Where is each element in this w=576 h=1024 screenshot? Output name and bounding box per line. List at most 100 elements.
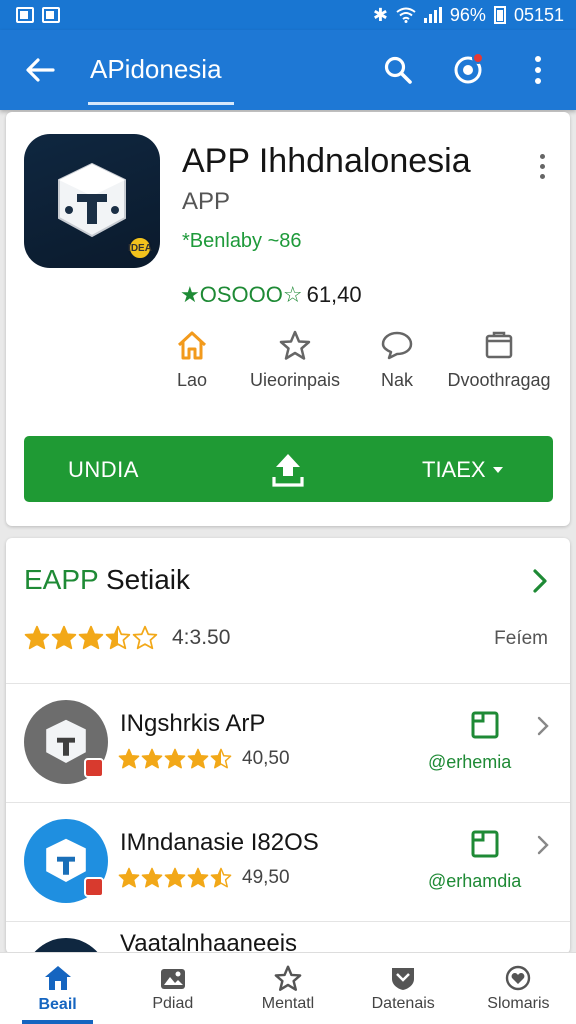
star-icon (141, 748, 163, 769)
overflow-menu-button[interactable] (522, 50, 554, 90)
nav-item-images[interactable]: Pdiad (115, 953, 230, 1024)
nav-item-security[interactable]: Datenais (346, 953, 461, 1024)
chevron-right-icon (537, 716, 549, 736)
back-button[interactable] (20, 50, 60, 90)
notification-badge (472, 52, 484, 64)
title-tab-indicator (88, 102, 234, 105)
app-icon-badge: IDEA (128, 236, 152, 260)
heart-icon (506, 965, 531, 990)
nav-label: Datenais (371, 994, 435, 1012)
app-bar: APidonesia (0, 30, 576, 110)
list-item-developer: @erhemia (428, 752, 512, 772)
card-overflow-button[interactable] (532, 148, 552, 184)
list-item-badge (84, 758, 104, 778)
list-item-badge (84, 877, 104, 897)
list-item[interactable]: INgshrkis ArP 40,50 @erhemia (6, 683, 570, 801)
rating-count: 61,40 (306, 282, 362, 307)
star-icon (118, 867, 140, 888)
install-dropdown[interactable]: TIAEX (422, 457, 504, 483)
download-icon (272, 454, 304, 487)
rating-stars-text: ★OSOOO☆ (180, 282, 303, 307)
nav-item-home[interactable]: Beail (0, 953, 115, 1024)
similar-apps-title[interactable]: EAPP Setiaik (24, 564, 190, 596)
star-icon (24, 625, 50, 650)
list-item-chevron[interactable] (534, 833, 552, 857)
star-icon (118, 748, 140, 769)
star-icon (105, 625, 131, 650)
star-icon (51, 625, 77, 650)
action-label: Dvoothragag (447, 370, 551, 390)
home-icon (44, 965, 71, 990)
nav-label: Beail (38, 995, 77, 1013)
search-button[interactable] (376, 50, 420, 90)
action-details[interactable]: Dvoothragag (434, 330, 564, 391)
notifications-button[interactable] (446, 48, 490, 92)
list-item-score: 49,50 (242, 867, 290, 888)
install-button[interactable]: UNDIA TIAEX (24, 436, 553, 502)
app-logo-icon (58, 162, 126, 238)
open-app-icon[interactable] (470, 710, 500, 740)
app-detail-card: IDEA APP Ihhdnalonesia APP *Benlaby ~86 … (6, 112, 570, 526)
list-item-partial[interactable]: Vaatalnhaaneeis (6, 921, 570, 954)
app-icon: IDEA (24, 134, 160, 268)
action-label: Nak (380, 370, 413, 390)
list-item-title: IMndanasie I82OS (120, 829, 319, 856)
app-rating: ★OSOOO☆ 61,40 (180, 282, 362, 308)
list-item-title: INgshrkis ArP (120, 710, 266, 737)
battery-icon (493, 6, 506, 24)
similar-more-button[interactable] (528, 566, 552, 596)
star-icon (210, 748, 232, 769)
nav-item-favorites[interactable]: Mentatl (230, 953, 345, 1024)
list-item-chevron[interactable] (534, 714, 552, 738)
similar-see-all-link[interactable]: Feíem (494, 628, 548, 650)
list-item-rating: 49,50 (118, 867, 290, 889)
status-indicators: ✱ 96% 05151 (373, 5, 564, 26)
clock: 05151 (513, 4, 564, 25)
clipboard-icon (485, 331, 513, 359)
similar-title-accent: EAPP (24, 564, 99, 595)
open-app-icon[interactable] (470, 829, 500, 859)
bluetooth-icon: ✱ (372, 4, 388, 25)
bottom-navigation: Beail Pdiad Mentatl Datenais Slomaris (0, 952, 576, 1024)
wifi-icon (396, 7, 416, 23)
star-icon (141, 867, 163, 888)
list-item-score: 40,50 (242, 748, 290, 769)
star-icon (78, 625, 104, 650)
chevron-right-icon (533, 569, 547, 593)
app-tag: *Benlaby ~86 (182, 230, 302, 252)
list-item-rating: 40,50 (118, 748, 290, 770)
similar-summary-row: 4:3.50 Feíem (24, 620, 554, 656)
nav-item-saved[interactable]: Slomaris (461, 953, 576, 1024)
list-item-icon (24, 819, 108, 903)
rating-stars (24, 625, 158, 651)
notification-icon (16, 7, 34, 23)
star-icon (164, 867, 186, 888)
similar-title-rest: Setiaik (98, 564, 191, 595)
list-item[interactable]: IMndanasie I82OS 49,50 @erhamdia (6, 802, 570, 920)
battery-percent: 96% (449, 4, 486, 25)
home-icon (177, 331, 207, 360)
install-right-label: TIAEX (422, 457, 486, 482)
list-item-developer: @erhamdia (428, 871, 522, 891)
action-row: Lao Uieorinpais Nak Dvoothragag (6, 330, 570, 400)
action-label: Lao (176, 370, 208, 390)
arrow-back-icon (26, 58, 55, 82)
app-type: APP (182, 188, 231, 215)
star-icon (210, 867, 232, 888)
install-left-label: UNDIA (68, 457, 139, 482)
star-outline-icon (279, 330, 311, 360)
nav-label: Slomaris (487, 994, 550, 1012)
image-notification-icon (42, 7, 60, 23)
action-label: Uieorinpais (249, 370, 341, 390)
star-icon (132, 625, 158, 650)
similar-apps-card: EAPP Setiaik 4:3.50 Feíem INgshrkis ArP … (6, 538, 570, 954)
nav-label: Pdiad (152, 994, 194, 1012)
signal-icon (423, 7, 442, 23)
star-icon (187, 748, 209, 769)
rating-stars (118, 748, 232, 770)
star-icon (164, 748, 186, 769)
chevron-right-icon (537, 835, 549, 855)
shield-icon (392, 967, 415, 990)
star-icon (187, 867, 209, 888)
list-item-icon (24, 700, 108, 784)
